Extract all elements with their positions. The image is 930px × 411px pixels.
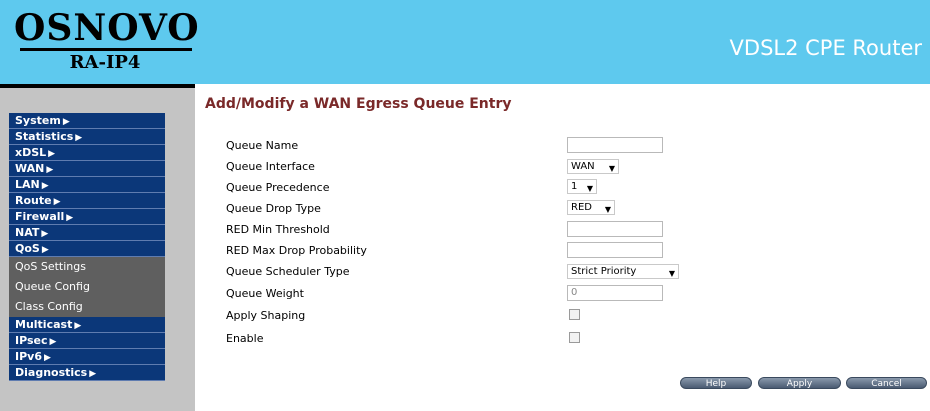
red-max-drop-probability-label: RED Max Drop Probability (226, 244, 367, 257)
chevron-right-icon: ▶ (89, 369, 97, 379)
help-button[interactable]: Help (680, 377, 752, 389)
chevron-right-icon: ▶ (41, 245, 49, 255)
chevron-right-icon: ▶ (53, 197, 61, 207)
page-title: Add/Modify a WAN Egress Queue Entry (205, 96, 512, 112)
sidebar-item-route[interactable]: Route ▶ (9, 193, 165, 209)
logo-brand: OSNOVO (14, 7, 200, 49)
chevron-right-icon: ▶ (74, 321, 82, 331)
queue-precedence-select[interactable]: 1 ▼ (567, 179, 597, 194)
dropdown-arrow-icon: ▼ (604, 205, 611, 214)
header: OSNOVO RA-IP4 VDSL2 CPE Router (0, 0, 930, 84)
apply-shaping-checkbox[interactable] (569, 309, 580, 320)
queue-scheduler-type-label: Queue Scheduler Type (226, 265, 350, 278)
sidebar-nav: System ▶ Statistics ▶ xDSL ▶ WAN ▶ LAN ▶ Rout… (9, 113, 165, 381)
logo-model: RA-IP4 (69, 52, 141, 73)
product-title: VDSL2 CPE Router (729, 36, 922, 60)
queue-interface-select[interactable]: WAN ▼ (567, 159, 619, 174)
queue-scheduler-type-select[interactable]: Strict Priority ▼ (567, 264, 679, 279)
sidebar-item-statistics[interactable]: Statistics ▶ (9, 129, 165, 145)
sidebar-item-diagnostics[interactable]: Diagnostics ▶ (9, 365, 165, 381)
enable-label: Enable (226, 332, 264, 345)
sidebar-item-ipv6[interactable]: IPv6 ▶ (9, 349, 165, 365)
enable-checkbox[interactable] (569, 332, 580, 343)
sidebar-item-firewall[interactable]: Firewall ▶ (9, 209, 165, 225)
sidebar-subitem-qos-settings[interactable]: QoS Settings (9, 257, 165, 277)
sidebar-item-ipsec[interactable]: IPsec ▶ (9, 333, 165, 349)
queue-weight-label: Queue Weight (226, 287, 304, 300)
chevron-right-icon: ▶ (41, 229, 49, 239)
sidebar-item-multicast[interactable]: Multicast ▶ (9, 317, 165, 333)
queue-name-input[interactable] (567, 137, 663, 153)
chevron-right-icon: ▶ (46, 165, 54, 175)
chevron-right-icon: ▶ (75, 133, 83, 143)
queue-name-label: Queue Name (226, 139, 299, 152)
dropdown-arrow-icon: ▼ (586, 184, 593, 193)
red-max-drop-probability-input[interactable] (567, 242, 663, 258)
osnovo-logo: OSNOVO RA-IP4 (0, 0, 200, 84)
logo-divider (20, 48, 192, 51)
sidebar-item-system[interactable]: System ▶ (9, 113, 165, 129)
chevron-right-icon: ▶ (48, 149, 56, 159)
queue-drop-type-label: Queue Drop Type (226, 202, 321, 215)
chevron-right-icon: ▶ (66, 213, 74, 223)
chevron-right-icon: ▶ (43, 353, 51, 363)
sidebar-item-lan[interactable]: LAN ▶ (9, 177, 165, 193)
apply-shaping-label: Apply Shaping (226, 309, 306, 322)
chevron-right-icon: ▶ (49, 337, 57, 347)
apply-button[interactable]: Apply (758, 377, 841, 389)
sidebar-item-nat[interactable]: NAT ▶ (9, 225, 165, 241)
sidebar-subitem-queue-config[interactable]: Queue Config (9, 277, 165, 297)
dropdown-arrow-icon: ▼ (608, 164, 615, 173)
chevron-right-icon: ▶ (62, 117, 70, 127)
sidebar-subitem-class-config[interactable]: Class Config (9, 297, 165, 317)
queue-precedence-label: Queue Precedence (226, 181, 330, 194)
dropdown-arrow-icon: ▼ (668, 269, 675, 278)
red-min-threshold-label: RED Min Threshold (226, 223, 330, 236)
queue-interface-label: Queue Interface (226, 160, 315, 173)
cancel-button[interactable]: Cancel (846, 377, 927, 389)
queue-drop-type-select[interactable]: RED ▼ (567, 200, 615, 215)
sidebar-item-qos[interactable]: QoS ▶ (9, 241, 165, 257)
chevron-right-icon: ▶ (41, 181, 49, 191)
sidebar-item-xdsl[interactable]: xDSL ▶ (9, 145, 165, 161)
queue-weight-input[interactable]: 0 (567, 285, 663, 301)
red-min-threshold-input[interactable] (567, 221, 663, 237)
sidebar-item-wan[interactable]: WAN ▶ (9, 161, 165, 177)
